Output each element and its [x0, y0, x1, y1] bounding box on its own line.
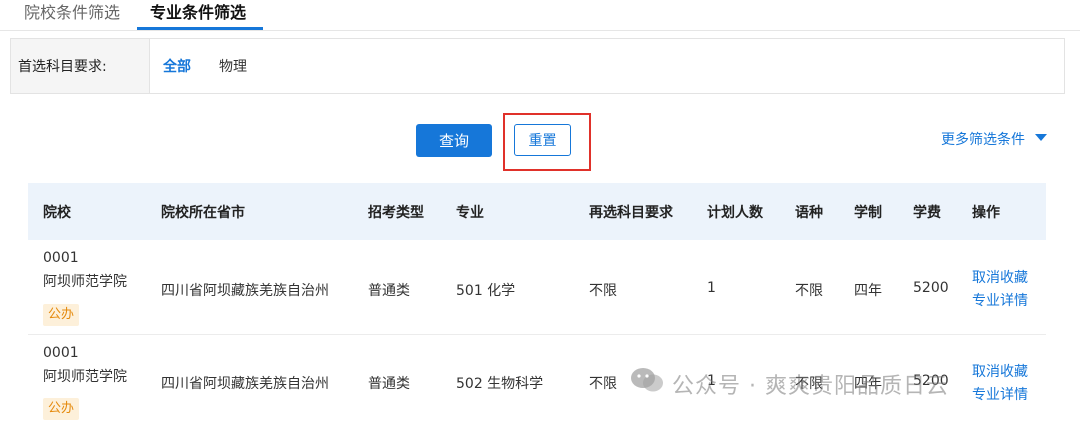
school-code: 0001: [43, 345, 79, 361]
school-code: 0001: [43, 250, 79, 266]
column-header-type: 招考类型: [368, 205, 424, 221]
caret-down-icon[interactable]: [1035, 134, 1047, 141]
filter-option-physics[interactable]: 物理: [219, 56, 247, 76]
major-name: 502 生物科学: [456, 376, 544, 392]
admission-type: 普通类: [368, 376, 410, 392]
wechat-icon: [631, 368, 663, 392]
column-header-language: 语种: [795, 205, 823, 221]
school-name: 阿坝师范学院: [43, 369, 127, 385]
filter-tabs: 院校条件筛选 专业条件筛选: [0, 0, 1080, 31]
subject-filter-row: 首选科目要求: 全部 物理: [10, 38, 1065, 94]
active-tab-indicator: [137, 27, 263, 30]
column-header-fee: 学费: [913, 205, 941, 221]
reset-button[interactable]: 重置: [514, 124, 571, 156]
unfavorite-link[interactable]: 取消收藏: [972, 361, 1028, 381]
column-header-plan: 计划人数: [707, 205, 763, 221]
school-location: 四川省阿坝藏族羌族自治州: [161, 376, 329, 392]
column-header-location: 院校所在省市: [161, 205, 245, 221]
school-type-badge: 公办: [43, 398, 79, 420]
subject-requirement: 不限: [589, 376, 617, 392]
unfavorite-link[interactable]: 取消收藏: [972, 267, 1028, 287]
major-detail-link[interactable]: 专业详情: [972, 384, 1028, 404]
plan-count: 1: [707, 280, 716, 296]
column-header-actions: 操作: [972, 205, 1000, 221]
tab-school-filter[interactable]: 院校条件筛选: [24, 2, 120, 24]
watermark-text: 公众号 · 爽爽贵阳品质日云: [672, 374, 949, 399]
subject-requirement: 不限: [589, 283, 617, 299]
school-name: 阿坝师范学院: [43, 274, 127, 290]
column-header-duration: 学制: [854, 205, 882, 221]
duration: 四年: [854, 283, 882, 299]
filter-label: 首选科目要求:: [18, 59, 107, 75]
column-header-major: 专业: [456, 205, 484, 221]
filter-option-all[interactable]: 全部: [163, 56, 191, 76]
column-header-requirement: 再选科目要求: [589, 205, 673, 221]
major-detail-link[interactable]: 专业详情: [972, 290, 1028, 310]
school-type-badge: 公办: [43, 304, 79, 326]
query-button[interactable]: 查询: [416, 124, 492, 157]
language: 不限: [795, 283, 823, 299]
tab-major-filter[interactable]: 专业条件筛选: [150, 2, 246, 24]
more-filters-link[interactable]: 更多筛选条件: [941, 129, 1025, 149]
row-divider: [28, 334, 1046, 335]
admission-type: 普通类: [368, 283, 410, 299]
major-name: 501 化学: [456, 283, 516, 299]
school-location: 四川省阿坝藏族羌族自治州: [161, 283, 329, 299]
column-header-school: 院校: [43, 205, 71, 221]
filter-label-cell: 首选科目要求:: [11, 39, 150, 93]
tuition-fee: 5200: [913, 280, 949, 296]
